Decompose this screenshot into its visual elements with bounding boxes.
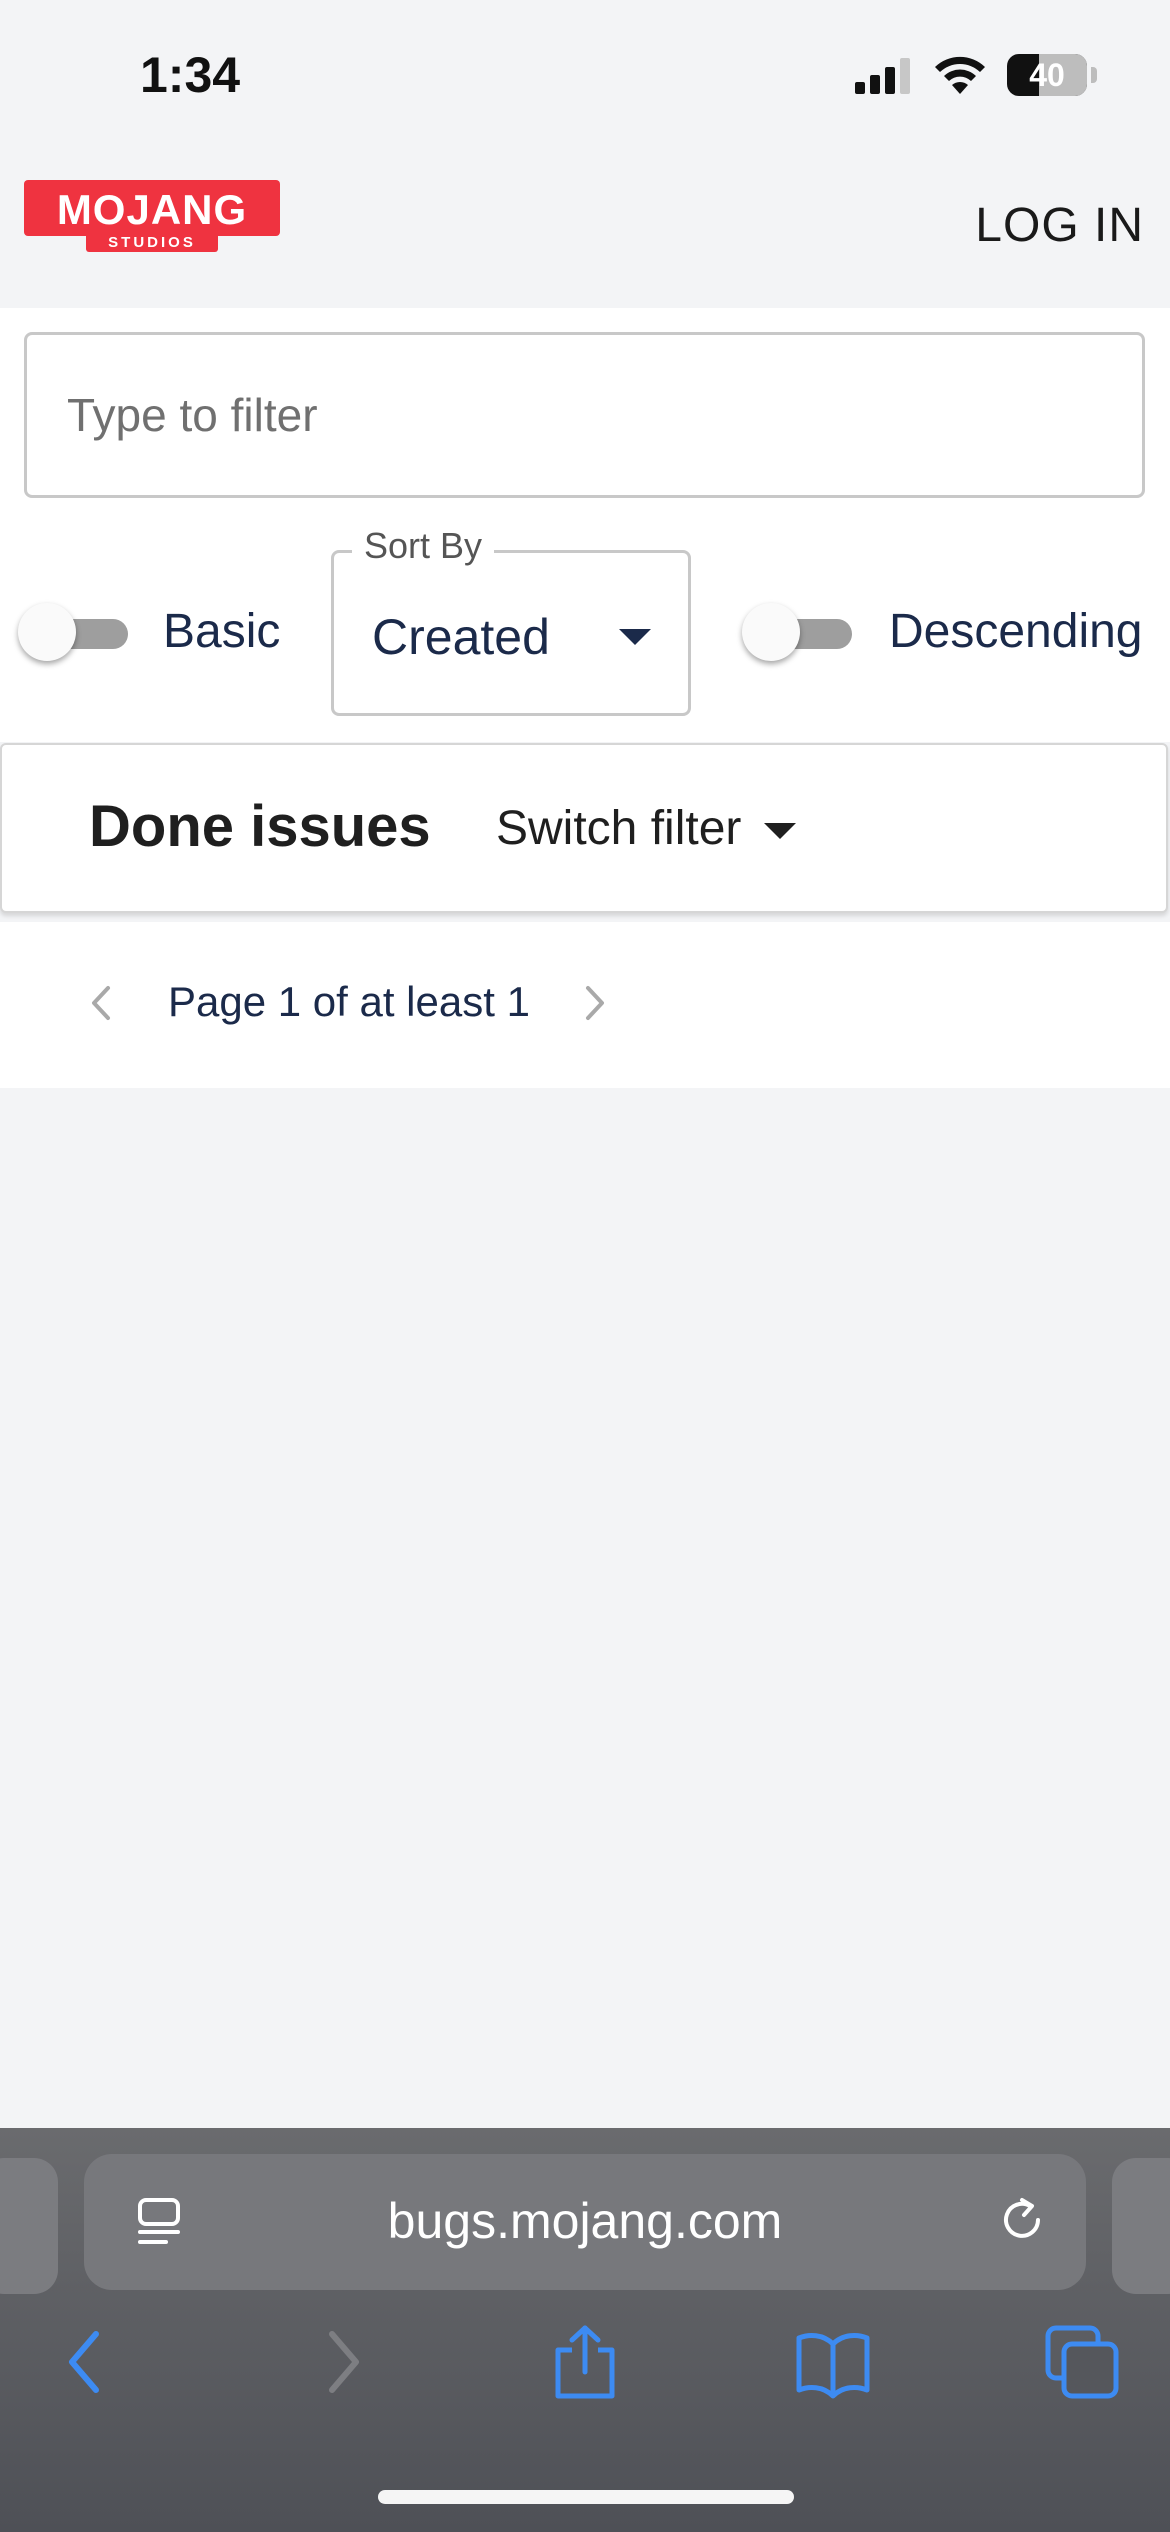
dropdown-arrow-icon[interactable]: [764, 823, 796, 839]
battery-level: 40: [1029, 57, 1065, 93]
status-time: 1:34: [140, 47, 241, 103]
browser-toolbar: bugs.mojang.com: [0, 2128, 1170, 2532]
sort-by-legend: Sort By: [352, 525, 495, 567]
next-tab-preview[interactable]: [1112, 2158, 1170, 2294]
bookmarks-icon[interactable]: [795, 2324, 871, 2400]
mojang-studios-logo[interactable]: MOJANG STUDIOS: [24, 180, 280, 252]
cellular-signal-icon: [855, 58, 910, 94]
previous-page-icon[interactable]: [88, 984, 114, 1022]
status-bar: 1:34 40: [0, 0, 1170, 150]
back-icon[interactable]: [62, 2324, 110, 2400]
dropdown-arrow-icon: [619, 629, 651, 645]
basic-toggle[interactable]: [18, 602, 128, 662]
basic-label: Basic: [163, 605, 281, 658]
reload-icon[interactable]: [994, 2192, 1050, 2248]
filter-controls: Basic Sort By Created Descending: [0, 308, 1170, 742]
descending-toggle[interactable]: [742, 602, 852, 662]
forward-icon[interactable]: [318, 2324, 366, 2400]
issues-title: Done issues: [89, 794, 431, 859]
home-indicator: [378, 2490, 794, 2504]
issues-card: Done issues Switch filter: [0, 743, 1168, 913]
wifi-icon: [935, 56, 985, 94]
svg-text:STUDIOS: STUDIOS: [108, 234, 196, 251]
address-bar[interactable]: bugs.mojang.com: [84, 2154, 1086, 2290]
sort-by-value: Created: [372, 609, 550, 665]
pagination: Page 1 of at least 1: [0, 922, 1170, 1088]
sort-by-select[interactable]: Sort By Created: [331, 525, 691, 716]
descending-label: Descending: [889, 605, 1143, 658]
page: 1:34 40 MOJANG STUDIOS LOG IN Type to fi…: [0, 0, 1170, 2532]
login-link[interactable]: LOG IN: [975, 198, 1144, 253]
site-header: MOJANG STUDIOS LOG IN: [0, 150, 1170, 308]
switch-filter-button[interactable]: Switch filter: [496, 801, 741, 856]
url-text: bugs.mojang.com: [387, 2193, 783, 2249]
tabs-icon[interactable]: [1044, 2324, 1120, 2400]
page-indicator: Page 1 of at least 1: [168, 978, 530, 1025]
share-icon[interactable]: [550, 2324, 620, 2400]
filter-input[interactable]: [24, 332, 1145, 498]
next-page-icon[interactable]: [582, 984, 608, 1022]
svg-text:MOJANG: MOJANG: [57, 186, 247, 233]
previous-tab-preview[interactable]: [0, 2158, 58, 2294]
